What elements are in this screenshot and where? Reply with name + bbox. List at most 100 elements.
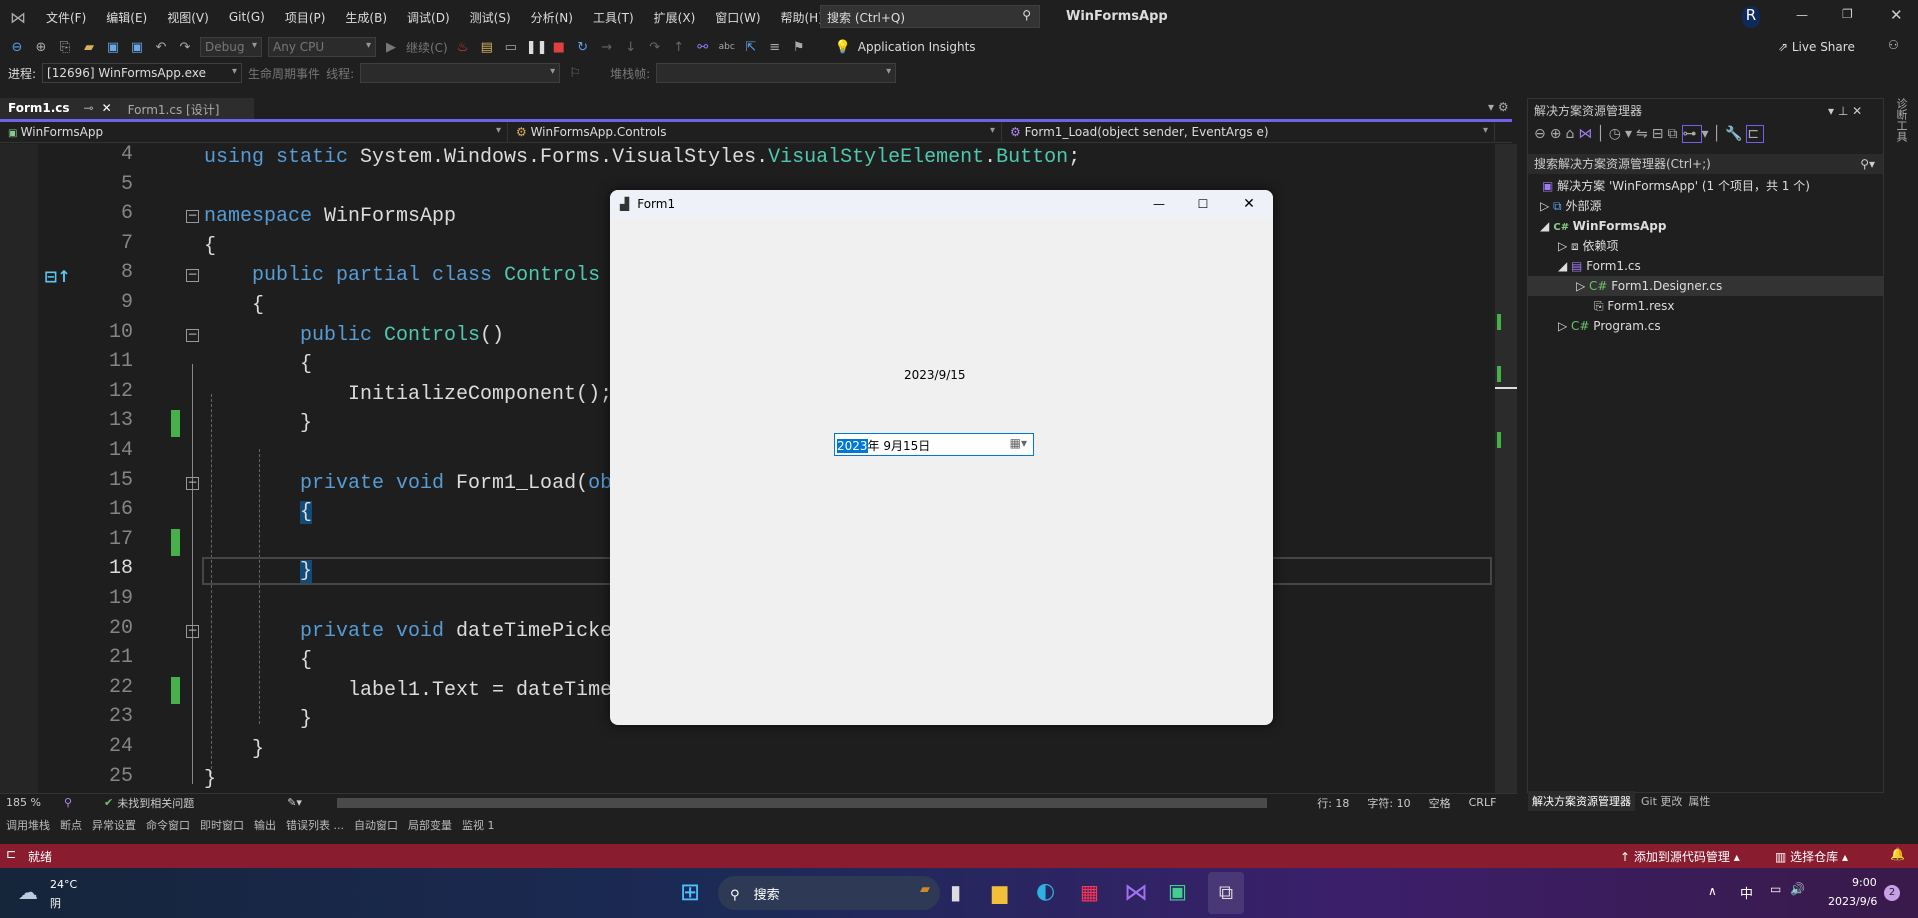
code-line[interactable]: {: [204, 646, 312, 675]
collapse-icon[interactable]: ◢: [1540, 219, 1553, 233]
store-icon[interactable]: ▦: [1080, 880, 1099, 904]
collapse-region-icon[interactable]: −: [186, 476, 199, 490]
hot-reload-icon[interactable]: ♨: [454, 40, 472, 55]
app-insights-button[interactable]: Application Insights: [858, 40, 976, 54]
attach-icon[interactable]: ▤: [478, 40, 496, 55]
code-line[interactable]: InitializeComponent();: [204, 380, 612, 409]
platform-dropdown[interactable]: Any CPU: [268, 37, 376, 57]
tab-locals[interactable]: 局部变量: [408, 817, 452, 837]
volume-icon[interactable]: 🔊: [1790, 882, 1805, 896]
close-button[interactable]: ✕: [1890, 6, 1903, 24]
layout-icon[interactable]: ▭: [502, 40, 520, 55]
pause-icon[interactable]: ❚❚: [526, 40, 548, 55]
code-line[interactable]: }: [204, 409, 312, 438]
code-line[interactable]: }: [204, 557, 313, 586]
save-all-icon[interactable]: ▣: [128, 40, 146, 55]
collapse-region-icon[interactable]: −: [186, 624, 199, 638]
show-hidden-icons[interactable]: ∧: [1708, 884, 1717, 898]
form-maximize-button[interactable]: ☐: [1181, 197, 1225, 211]
menu-extensions[interactable]: 扩展(X): [644, 9, 706, 26]
close-tab-icon[interactable]: ✕: [102, 101, 112, 115]
network-icon[interactable]: ▭: [1770, 882, 1781, 896]
tab-form1-cs[interactable]: Form1.cs ⊸ ✕: [0, 98, 120, 120]
edge-icon[interactable]: ◐: [1036, 879, 1055, 904]
menu-project[interactable]: 项目(P): [275, 9, 336, 26]
tree-dependencies[interactable]: ▷ ⧈ 依赖项: [1558, 236, 1619, 256]
code-line[interactable]: private void Form1_Load(ob: [204, 469, 612, 498]
project-dropdown[interactable]: ▣ WinFormsApp: [0, 122, 508, 143]
horizontal-scrollbar[interactable]: [337, 797, 1268, 808]
code-line[interactable]: {: [204, 291, 264, 320]
tree-form1-cs[interactable]: ◢ ▤ Form1.cs: [1558, 256, 1641, 276]
code-line[interactable]: {: [204, 350, 312, 379]
code-line[interactable]: {: [204, 232, 216, 261]
tab-watch-1[interactable]: 监视 1: [462, 817, 495, 837]
step-over-icon[interactable]: ↷: [646, 40, 664, 55]
weather-temp[interactable]: 24°C: [50, 878, 77, 891]
code-line[interactable]: public Controls(): [204, 321, 504, 350]
tree-external-sources[interactable]: ▷ ⧉ 外部源: [1540, 196, 1601, 216]
feedback-icon[interactable]: ⚇: [1888, 38, 1899, 52]
notification-badge[interactable]: 2: [1884, 885, 1900, 901]
hex-icon[interactable]: ⚯: [694, 40, 712, 55]
weather-icon[interactable]: ☁: [18, 880, 38, 904]
tree-form1-designer[interactable]: ▷ C# Form1.Designer.cs: [1528, 276, 1883, 296]
stop-icon[interactable]: ■: [550, 40, 568, 55]
menu-edit[interactable]: 编辑(E): [96, 9, 157, 26]
expand-icon[interactable]: ▷: [1558, 239, 1571, 253]
collapse-region-icon[interactable]: −: [186, 328, 199, 342]
menu-git[interactable]: Git(G): [219, 10, 275, 24]
menu-test[interactable]: 测试(S): [460, 9, 521, 26]
add-to-source-control-button[interactable]: ↑ 添加到源代码管理 ▴: [1620, 848, 1740, 865]
tab-properties[interactable]: 属性: [1688, 791, 1710, 811]
lifecycle-events-button[interactable]: 生命周期事件: [248, 65, 320, 82]
app-insights-icon[interactable]: 💡: [834, 40, 852, 55]
global-search-input[interactable]: 搜索 (Ctrl+Q) ⚲: [820, 5, 1040, 28]
vs-icon[interactable]: ⋈: [1578, 126, 1596, 142]
form-minimize-button[interactable]: —: [1137, 197, 1181, 211]
expand-icon[interactable]: ▷: [1540, 199, 1553, 213]
code-line[interactable]: label1.Text = dateTime: [204, 676, 612, 705]
visual-studio-taskbar-icon[interactable]: ⋈: [1124, 878, 1148, 906]
task-view-icon[interactable]: ▮: [950, 880, 961, 904]
menu-build[interactable]: 生成(B): [335, 9, 397, 26]
tab-output[interactable]: 输出: [254, 817, 276, 837]
char-indicator[interactable]: 字符: 10: [1367, 795, 1410, 811]
file-explorer-icon[interactable]: ▆: [992, 880, 1007, 904]
step-into-icon[interactable]: ↓: [622, 40, 640, 55]
picker-date-rest[interactable]: 年 9月15日: [868, 439, 931, 453]
tree-form1-resx[interactable]: ⎘ Form1.resx: [1594, 296, 1675, 316]
code-cleanup-icon[interactable]: ✎▾: [287, 796, 327, 809]
menu-file[interactable]: 文件(F): [36, 9, 96, 26]
member-dropdown[interactable]: ⚙ Form1_Load(object sender, EventArgs e): [1002, 122, 1495, 143]
whitespace-indicator[interactable]: 空格: [1429, 795, 1451, 811]
collapse-region-icon[interactable]: −: [186, 209, 199, 224]
open-file-icon[interactable]: ▰: [80, 40, 98, 55]
ime-indicator[interactable]: 中: [1740, 883, 1753, 902]
collapse-region-icon[interactable]: −: [186, 268, 199, 283]
wrench-icon[interactable]: 🔧: [1725, 126, 1746, 142]
menu-analyze[interactable]: 分析(N): [521, 9, 583, 26]
restore-button[interactable]: ❐: [1842, 7, 1853, 21]
expand-icon[interactable]: ▷: [1576, 279, 1589, 293]
redo-icon[interactable]: ↷: [176, 40, 194, 55]
minimize-button[interactable]: —: [1796, 8, 1808, 22]
navigate-back-icon[interactable]: ⊖: [8, 40, 26, 55]
tree-program-cs[interactable]: ▷ C# Program.cs: [1558, 316, 1661, 336]
undo-icon[interactable]: ↶: [152, 40, 170, 55]
issues-status[interactable]: 未找到相关问题: [117, 795, 287, 811]
tab-overflow-icon[interactable]: ▾ ⚙: [1488, 100, 1509, 114]
clock-time[interactable]: 9:00: [1852, 876, 1877, 889]
code-line[interactable]: {: [204, 498, 313, 527]
configuration-dropdown[interactable]: Debug: [200, 37, 262, 57]
tab-immediate-window[interactable]: 即时窗口: [200, 817, 244, 837]
tree-project[interactable]: ◢ C# WinFormsApp: [1540, 216, 1667, 236]
panel-controls[interactable]: ▾ ⊥ ✕: [1828, 101, 1862, 121]
preview-icon[interactable]: ⊏: [1746, 125, 1765, 143]
bookmark-icon[interactable]: ⚑: [790, 40, 808, 55]
comment-icon[interactable]: ≡: [766, 40, 784, 55]
solution-search-input[interactable]: 搜索解决方案资源管理器(Ctrl+;) ⚲▾: [1528, 154, 1883, 174]
menu-window[interactable]: 窗口(W): [705, 9, 770, 26]
process-dropdown[interactable]: [12696] WinFormsApp.exe: [42, 63, 243, 83]
tab-solution-explorer[interactable]: 解决方案资源管理器: [1528, 791, 1635, 811]
